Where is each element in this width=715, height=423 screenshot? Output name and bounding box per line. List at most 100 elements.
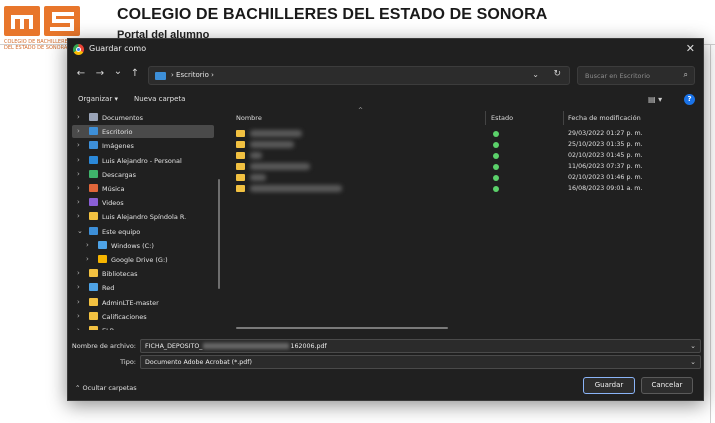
filetype-select[interactable]: Documento Adobe Acrobat (*.pdf) ⌄	[140, 355, 701, 369]
file-list-scrollbar[interactable]	[236, 327, 448, 329]
chevron-right-icon[interactable]: ›	[77, 170, 80, 178]
sidebar-item-label: Documentos	[102, 114, 144, 122]
organize-button[interactable]: Organizar ▾	[78, 95, 118, 103]
file-modified-date: 11/06/2023 07:37 p. m.	[568, 163, 643, 170]
sidebar-item[interactable]: › Imágenes	[72, 139, 214, 152]
filename-label: Nombre de archivo:	[71, 342, 136, 350]
chevron-right-icon[interactable]: ›	[86, 255, 89, 263]
sidebar-item[interactable]: › Google Drive (G:)	[72, 253, 214, 266]
chevron-down-icon[interactable]: ⌄	[690, 358, 696, 366]
chevron-right-icon[interactable]: ›	[77, 283, 80, 291]
sidebar-item[interactable]: › Luis Alejandro - Personal	[72, 154, 214, 167]
sidebar-item-label: Descargas	[102, 170, 137, 179]
folder-icon	[236, 152, 245, 159]
redacted-file-name	[250, 163, 310, 170]
chevron-right-icon[interactable]: ›	[77, 127, 80, 135]
help-icon[interactable]: ?	[684, 94, 695, 105]
sidebar-item-label: Google Drive (G:)	[111, 256, 168, 264]
navigation-scrollbar[interactable]	[218, 179, 220, 289]
sync-status-icon	[493, 153, 499, 159]
chevron-right-icon[interactable]: ›	[77, 298, 80, 306]
videos-icon	[89, 198, 98, 207]
sync-status-icon	[493, 142, 499, 148]
sync-status-icon	[493, 164, 499, 170]
forward-arrow-icon[interactable]: →	[93, 68, 107, 79]
folder-icon	[89, 212, 98, 221]
hide-folders-toggle[interactable]: ⌃ Ocultar carpetas	[75, 384, 137, 392]
chevron-down-icon[interactable]: ⌄	[77, 227, 83, 235]
sidebar-item[interactable]: › Red	[72, 281, 214, 294]
column-separator[interactable]	[485, 111, 486, 125]
file-list: Nombre ^ Estado Fecha de modificación 29…	[228, 107, 698, 330]
chevron-right-icon[interactable]: ›	[77, 113, 80, 121]
sort-ascending-icon: ^	[358, 107, 364, 114]
cancel-button[interactable]: Cancelar	[641, 377, 693, 394]
sidebar-item[interactable]: › Videos	[72, 196, 214, 209]
document-icon	[89, 113, 98, 121]
chevron-right-icon[interactable]: ›	[77, 184, 80, 192]
save-as-dialog: Guardar como ✕ ← → ⌄ ↑ › Escritorio › ⌄ …	[67, 38, 704, 401]
folder-icon	[89, 269, 98, 278]
filename-row: Nombre de archivo: FICHA_DEPOSITO_ 162006…	[68, 339, 703, 353]
column-separator[interactable]	[563, 111, 564, 125]
search-placeholder: Buscar en Escritorio	[585, 72, 650, 80]
sidebar-item[interactable]: › Música	[72, 182, 214, 195]
breadcrumb[interactable]: › Escritorio ›	[171, 71, 214, 79]
google-drive-icon	[98, 255, 107, 263]
file-modified-date: 02/10/2023 01:45 p. m.	[568, 152, 643, 159]
back-arrow-icon[interactable]: ←	[74, 68, 88, 79]
music-icon	[89, 184, 98, 192]
save-button[interactable]: Guardar	[583, 377, 635, 394]
filename-input[interactable]: FICHA_DEPOSITO_ 162006.pdf ⌄	[140, 339, 701, 353]
search-input[interactable]: Buscar en Escritorio ⌕	[577, 66, 695, 85]
chevron-right-icon[interactable]: ›	[77, 212, 80, 220]
chevron-right-icon[interactable]: ›	[77, 141, 80, 149]
search-icon[interactable]: ⌕	[684, 70, 688, 80]
chevron-right-icon[interactable]: ›	[77, 312, 80, 320]
file-modified-date: 16/08/2023 09:01 a. m.	[568, 185, 643, 192]
new-folder-button[interactable]: Nueva carpeta	[134, 95, 185, 103]
chevron-right-icon[interactable]: ›	[77, 269, 80, 277]
chevron-down-icon[interactable]: ⌄	[690, 342, 696, 350]
sidebar-item-label: Bibliotecas	[102, 270, 138, 279]
page-border	[710, 44, 711, 423]
column-header-status[interactable]: Estado	[491, 114, 513, 128]
sidebar-item[interactable]: › Documentos	[72, 111, 214, 124]
sidebar-item[interactable]: › Escritorio	[72, 125, 214, 139]
network-icon	[89, 283, 98, 292]
column-header-modified[interactable]: Fecha de modificación	[568, 114, 641, 128]
file-row[interactable]: 16/08/2023 09:01 a. m.	[228, 183, 698, 195]
sidebar-item[interactable]: › Descargas	[72, 168, 214, 181]
sidebar-item[interactable]: › Luis Alejandro Spíndola R.	[72, 210, 214, 223]
sidebar-item[interactable]: › AdminLTE-master	[72, 296, 214, 309]
navigation-pane: › Documentos › Escritorio › Imágenes › Luis Ale…	[68, 111, 218, 330]
sidebar-item[interactable]: › Bibliotecas	[72, 267, 214, 280]
sidebar-item-label: Luis Alejandro - Personal	[102, 156, 182, 165]
chevron-right-icon[interactable]: ›	[77, 326, 80, 330]
folder-icon	[236, 174, 245, 181]
chevron-right-icon[interactable]: ›	[77, 156, 80, 164]
sidebar-item[interactable]: › ELR	[72, 324, 214, 330]
sidebar-item[interactable]: › Calificaciones	[72, 310, 214, 323]
redacted-text	[203, 343, 290, 349]
chrome-icon	[73, 44, 84, 55]
view-options-icon[interactable]: ▤ ▾	[648, 95, 662, 104]
chevron-right-icon[interactable]: ›	[86, 241, 89, 249]
folder-icon	[236, 130, 245, 137]
redacted-file-name	[250, 130, 302, 137]
recent-locations-icon[interactable]: ⌄	[111, 66, 125, 77]
sidebar-item-label: Windows (C:)	[111, 241, 154, 250]
logo-caption: COLEGIO DE BACHILLERES DEL ESTADO DE SON…	[4, 39, 71, 51]
sidebar-item[interactable]: › Windows (C:)	[72, 239, 214, 252]
desktop-icon	[155, 72, 166, 80]
sidebar-item[interactable]: ⌄ Este equipo	[72, 225, 214, 238]
up-arrow-icon[interactable]: ↑	[128, 68, 142, 79]
address-bar[interactable]: › Escritorio › ⌄ ↻	[148, 66, 570, 85]
file-modified-date: 25/10/2023 01:35 p. m.	[568, 141, 643, 148]
address-dropdown-icon[interactable]: ⌄	[532, 70, 539, 79]
refresh-icon[interactable]: ↻	[553, 69, 561, 79]
close-icon[interactable]: ✕	[686, 42, 695, 55]
chevron-right-icon[interactable]: ›	[77, 198, 80, 206]
column-header-name[interactable]: Nombre	[236, 114, 262, 128]
sidebar-item-label: Videos	[102, 199, 124, 208]
